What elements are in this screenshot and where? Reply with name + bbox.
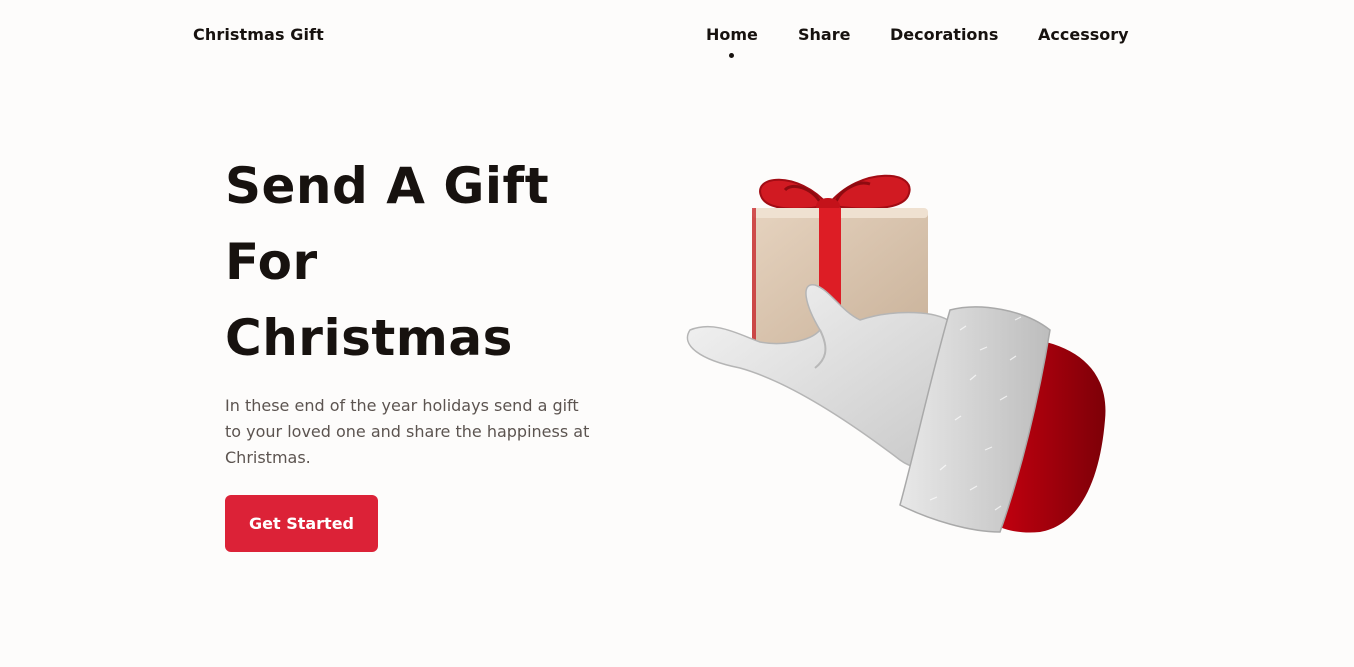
main-nav: Home Share Decorations Accessory xyxy=(0,25,1354,65)
nav-item-home[interactable]: Home xyxy=(706,25,758,44)
hero-title-line: Send A Gift xyxy=(225,157,550,215)
nav-item-accessory[interactable]: Accessory xyxy=(1038,25,1129,44)
hero-title-line: Christmas xyxy=(225,309,513,367)
page: Christmas Gift Home Share Decorations Ac… xyxy=(0,0,1354,667)
active-nav-indicator xyxy=(729,53,734,58)
hero-title: Send A Gift For Christmas xyxy=(225,148,605,376)
nav-item-decorations[interactable]: Decorations xyxy=(890,25,998,44)
get-started-button[interactable]: Get Started xyxy=(225,495,378,552)
nav-item-share[interactable]: Share xyxy=(798,25,850,44)
santa-glove-holding-gift-icon xyxy=(680,160,1120,540)
hero-title-line: For xyxy=(225,233,318,291)
hero-description: In these end of the year holidays send a… xyxy=(225,396,590,467)
